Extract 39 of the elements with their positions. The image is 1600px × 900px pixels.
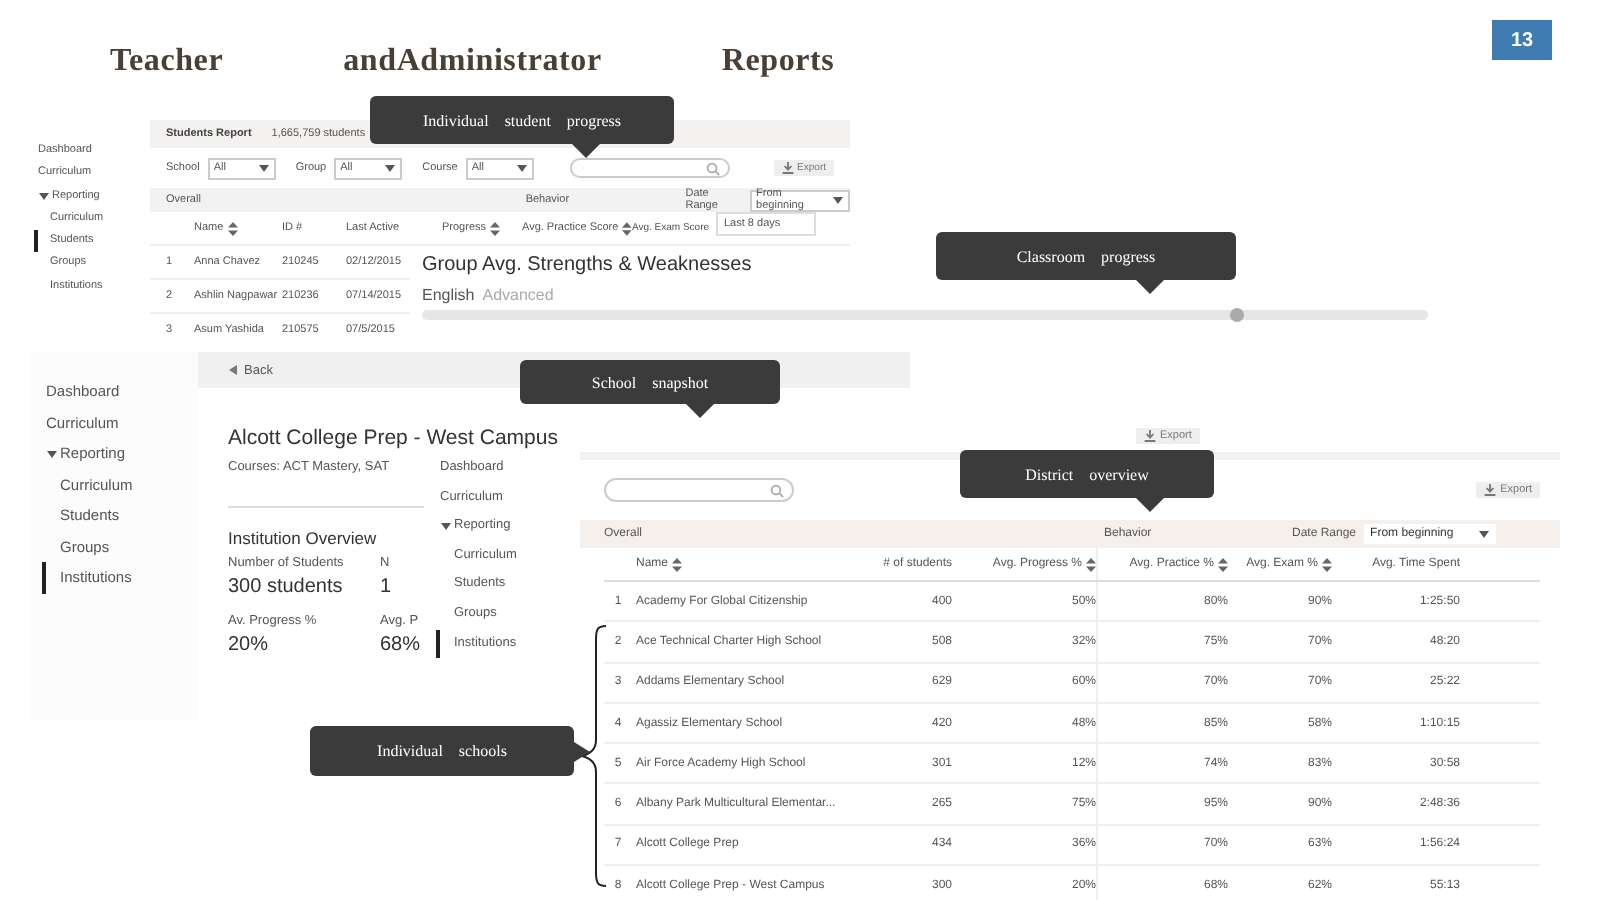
slider-thumb[interactable] bbox=[1230, 308, 1245, 322]
stat-value: 1 bbox=[380, 576, 394, 598]
callout: District overview bbox=[960, 450, 1214, 512]
caret-icon bbox=[515, 162, 528, 174]
slide-title: Teacher andAdministrator Reports bbox=[110, 44, 835, 80]
sort-icon bbox=[672, 557, 683, 571]
subject-rating: Advanced bbox=[482, 286, 554, 304]
sort-icon bbox=[1086, 557, 1096, 571]
caret-icon bbox=[1478, 528, 1491, 540]
caret-icon bbox=[440, 520, 452, 533]
stat-value: 68% bbox=[380, 634, 423, 656]
stat-value: 300 students bbox=[228, 576, 345, 598]
download-icon bbox=[1484, 484, 1497, 496]
stat-value: 20% bbox=[228, 634, 271, 656]
school-title: Alcott College Prep - West Campus bbox=[228, 426, 560, 450]
section-title: Group Avg. Strengths & Weaknesses bbox=[422, 254, 752, 276]
sort-icon bbox=[227, 221, 238, 235]
subject-name: English bbox=[422, 286, 475, 304]
download-icon bbox=[1144, 430, 1156, 442]
callout: Individual student progress bbox=[370, 96, 674, 158]
callout: Classroom progress bbox=[936, 232, 1236, 294]
back-icon bbox=[228, 364, 238, 376]
caret-icon bbox=[832, 194, 844, 206]
caret-icon bbox=[46, 447, 58, 460]
search-icon bbox=[705, 161, 720, 175]
caret-icon bbox=[257, 162, 270, 174]
callout: School snapshot bbox=[520, 360, 780, 418]
search-field[interactable] bbox=[604, 478, 794, 502]
download-icon bbox=[781, 162, 794, 174]
sort-icon bbox=[1218, 557, 1228, 571]
sort-icon bbox=[1322, 557, 1332, 571]
search-icon bbox=[770, 483, 784, 497]
page-number: 13 bbox=[1492, 20, 1552, 60]
sort-icon bbox=[622, 221, 632, 235]
search-field[interactable] bbox=[569, 158, 730, 178]
caret-icon bbox=[38, 190, 50, 203]
sort-icon bbox=[490, 221, 501, 235]
callout: Individual schools bbox=[310, 726, 590, 776]
caret-icon bbox=[384, 162, 397, 174]
